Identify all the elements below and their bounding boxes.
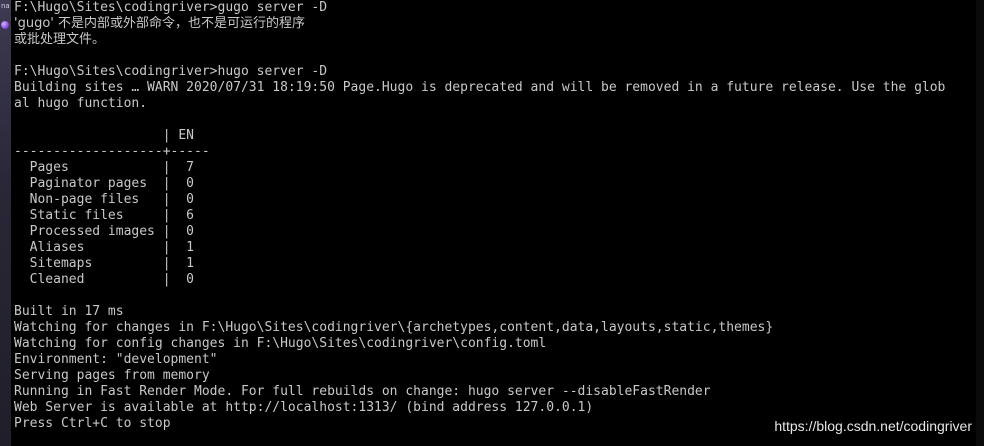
console-line: Cleaned | 0 bbox=[14, 272, 195, 287]
console-line: Processed images | 0 bbox=[14, 224, 195, 239]
console-line: Sitemaps | 1 bbox=[14, 256, 195, 271]
console-line: 或批处理文件。 bbox=[14, 32, 106, 47]
console-line: -------------------+----- bbox=[14, 144, 210, 159]
console-line: al hugo function. bbox=[14, 96, 148, 111]
console-window: nac F:\Hugo\Sites\codingriver>gugo serve… bbox=[0, 0, 984, 446]
console-output[interactable]: F:\Hugo\Sites\codingriver>gugo server -D… bbox=[14, 0, 976, 440]
desktop-edge-strip: nac bbox=[0, 0, 11, 446]
scrollbar[interactable] bbox=[976, 0, 984, 446]
console-line: F:\Hugo\Sites\codingriver>gugo server -D bbox=[14, 0, 328, 15]
console-line: Pages | 7 bbox=[14, 160, 195, 175]
gem-icon bbox=[1, 21, 9, 29]
console-line: Watching for config changes in F:\Hugo\S… bbox=[14, 336, 547, 351]
console-line: | EN bbox=[14, 128, 195, 143]
console-line: Serving pages from memory bbox=[14, 368, 210, 383]
console-line: Environment: "development" bbox=[14, 352, 218, 367]
console-line: Non-page files | 0 bbox=[14, 192, 195, 207]
console-line: Building sites … WARN 2020/07/31 18:19:5… bbox=[14, 80, 946, 95]
console-line: Watching for changes in F:\Hugo\Sites\co… bbox=[14, 320, 774, 335]
console-line: 'gugo' 不是内部或外部命令，也不是可运行的程序 bbox=[14, 16, 305, 31]
console-line: Aliases | 1 bbox=[14, 240, 195, 255]
console-line: F:\Hugo\Sites\codingriver>hugo server -D bbox=[14, 64, 328, 79]
watermark-text: https://blog.csdn.net/codingriver bbox=[774, 418, 972, 434]
desktop-icon-label: nac bbox=[1, 2, 10, 10]
console-line: Paginator pages | 0 bbox=[14, 176, 195, 191]
console-line: Built in 17 ms bbox=[14, 304, 124, 319]
console-line: Web Server is available at http://localh… bbox=[14, 400, 594, 415]
console-line: Static files | 6 bbox=[14, 208, 195, 223]
console-line: Running in Fast Render Mode. For full re… bbox=[14, 384, 711, 399]
